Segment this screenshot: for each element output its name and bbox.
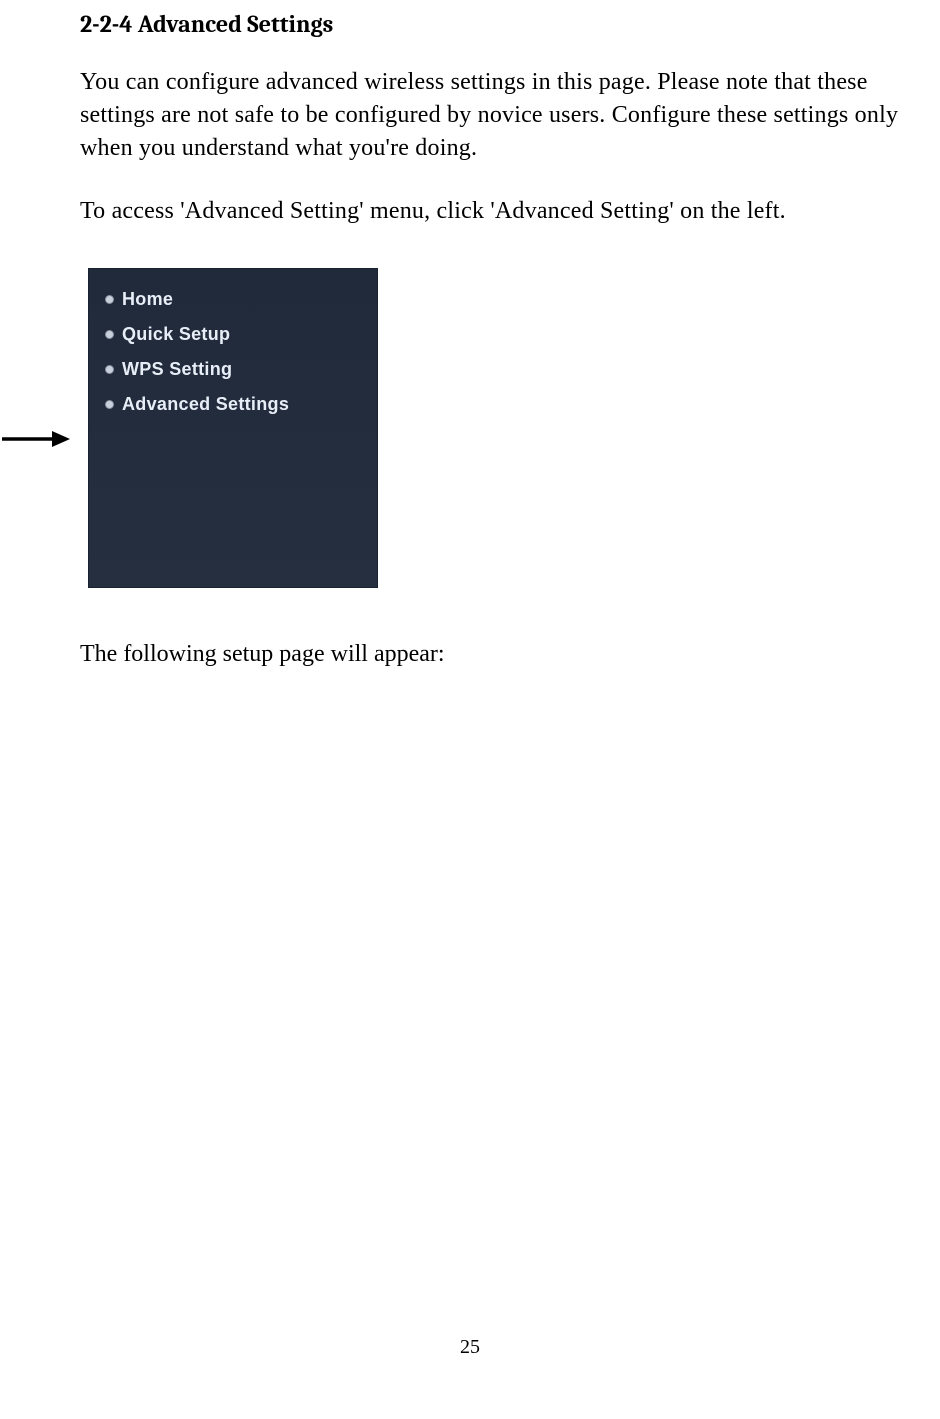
followup-paragraph: The following setup page will appear: [80, 638, 900, 672]
bullet-icon [105, 400, 114, 409]
menu-item-wps-setting[interactable]: WPS Setting [105, 359, 365, 380]
screenshot-with-arrow: Home Quick Setup WPS Setting Advanced Se… [2, 268, 900, 588]
page-number: 25 [0, 1336, 940, 1359]
section-heading: 2-2-4 Advanced Settings [80, 10, 900, 38]
intro-paragraph: You can configure advanced wireless sett… [80, 66, 900, 165]
menu-item-label: Quick Setup [122, 324, 230, 345]
bullet-icon [105, 330, 114, 339]
menu-item-advanced-settings[interactable]: Advanced Settings [105, 394, 365, 415]
menu-item-label: Home [122, 289, 173, 310]
arrow-container [2, 268, 72, 448]
sidebar-menu-screenshot: Home Quick Setup WPS Setting Advanced Se… [88, 268, 378, 588]
bullet-icon [105, 295, 114, 304]
menu-item-label: WPS Setting [122, 359, 232, 380]
menu-item-home[interactable]: Home [105, 289, 365, 310]
bullet-icon [105, 365, 114, 374]
arrow-right-icon [2, 430, 70, 448]
menu-item-label: Advanced Settings [122, 394, 289, 415]
instruction-paragraph: To access 'Advanced Setting' menu, click… [80, 195, 900, 228]
menu-item-quick-setup[interactable]: Quick Setup [105, 324, 365, 345]
